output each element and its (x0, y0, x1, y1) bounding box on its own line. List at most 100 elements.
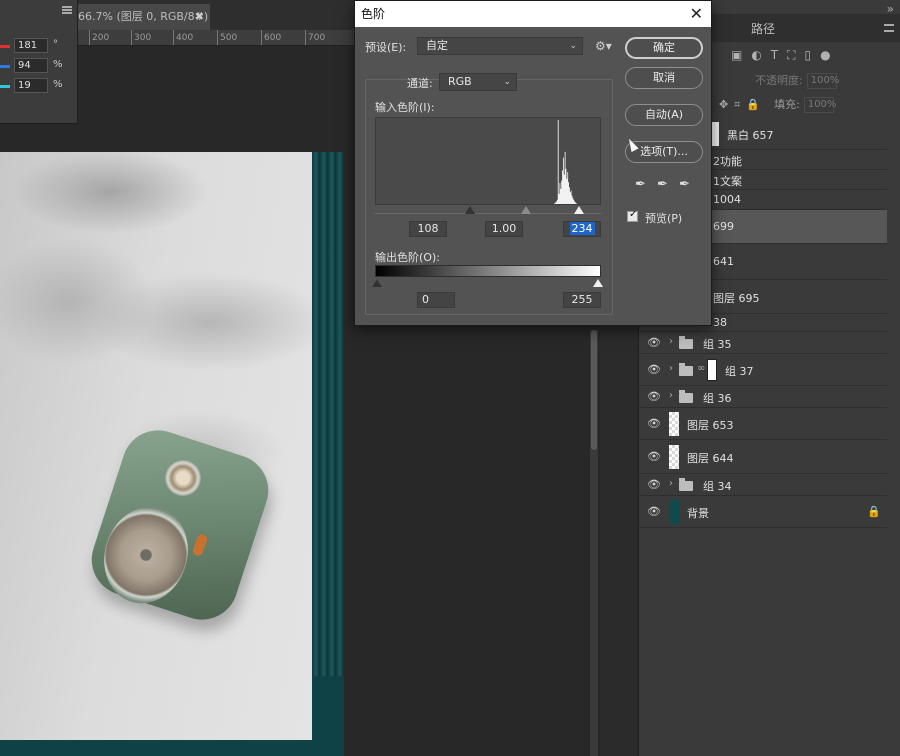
eye-icon[interactable]: 👁 (647, 450, 661, 463)
layer-name: 黑白 657 (727, 129, 774, 142)
eye-icon[interactable]: 👁 (647, 336, 661, 349)
preset-value: 自定 (426, 39, 448, 52)
black-eyedropper-icon[interactable]: ✒ (635, 177, 646, 192)
scrollbar-thumb[interactable] (591, 330, 597, 450)
chevron-right-icon[interactable]: › (669, 336, 673, 347)
layer-name: 1文案 (713, 175, 742, 188)
layer-name: 1004 (713, 193, 741, 206)
input-gamma-slider[interactable] (521, 206, 531, 214)
chevron-down-icon: ⌄ (569, 41, 577, 51)
layer-thumbnail (669, 445, 679, 469)
brightness-input[interactable]: 19 (14, 78, 48, 93)
channel-label: 通道: (407, 77, 433, 90)
close-icon[interactable]: ✖ (195, 4, 204, 30)
layer-row[interactable]: 👁 › 组 34 (639, 474, 887, 496)
dialog-titlebar[interactable]: 色阶 ✕ (355, 1, 711, 27)
layer-name: 组 35 (703, 338, 732, 351)
eye-icon[interactable]: 👁 (647, 478, 661, 491)
layer-row[interactable]: 👁 › 组 36 (639, 386, 887, 408)
output-white-field[interactable]: 255 (563, 292, 601, 308)
close-icon[interactable]: ✕ (690, 1, 703, 27)
input-white-value: 234 (569, 222, 595, 235)
lock-icon: 🔒 (867, 505, 881, 518)
input-gamma-field[interactable]: 1.00 (485, 221, 523, 237)
opacity-label: 不透明度: (755, 74, 803, 87)
unit-label: ° (53, 39, 58, 50)
chevron-down-icon: ⌄ (503, 77, 511, 87)
layer-name: 641 (713, 255, 734, 268)
output-gradient (375, 265, 601, 277)
color-swatch-bar (0, 45, 10, 48)
link-icon[interactable]: ∞ (697, 363, 705, 374)
fill-label: 填充: (774, 98, 800, 111)
auto-button[interactable]: 自动(A) (625, 104, 703, 126)
preset-select[interactable]: 自定 ⌄ (417, 37, 583, 55)
histogram-graph (376, 120, 600, 204)
output-levels-label: 输出色阶(O): (375, 251, 440, 264)
folder-icon (679, 478, 693, 491)
eye-icon[interactable]: 👁 (647, 363, 661, 376)
radio-knob (165, 460, 201, 496)
eye-icon[interactable]: 👁 (647, 505, 661, 518)
layer-filter-icons[interactable]: ▣◐T⛶▯● (731, 48, 840, 63)
chevron-right-icon[interactable]: › (669, 390, 673, 401)
color-swatch-bar (0, 65, 10, 68)
folder-icon (679, 363, 693, 376)
channel-select[interactable]: RGB ⌄ (439, 73, 517, 91)
output-black-field[interactable]: 0 (417, 292, 455, 308)
eye-icon[interactable]: 👁 (647, 390, 661, 403)
hue-input[interactable]: 181 (14, 38, 48, 53)
output-black-slider[interactable] (372, 279, 382, 287)
opacity-input[interactable]: 100% (806, 73, 839, 89)
ruler-tick: 300 (130, 30, 152, 45)
layer-row[interactable]: 👁 图层 644 (639, 440, 887, 474)
eye-icon[interactable]: 👁 (647, 417, 661, 430)
preview-label: 预览(P) (645, 212, 683, 225)
document-tab[interactable]: 66.7% (图层 0, RGB/8#) ✖ (78, 4, 210, 30)
layer-row[interactable]: 👁 › ∞ 组 37 (639, 354, 887, 386)
input-white-field[interactable]: 234 (563, 221, 601, 237)
layer-name: 699 (713, 220, 734, 233)
color-swatch-bar (0, 85, 10, 88)
layer-row[interactable]: 👁 › 组 35 (639, 332, 887, 354)
layer-name: 组 36 (703, 392, 732, 405)
dialog-title: 色阶 (361, 7, 386, 21)
input-levels-label: 输入色阶(I): (375, 101, 435, 114)
layer-name: 组 37 (725, 365, 754, 378)
panel-menu-icon[interactable] (884, 24, 894, 32)
unit-label: % (53, 59, 63, 70)
lock-icons[interactable]: ✥⌗🔒 (719, 98, 766, 111)
input-white-slider[interactable] (574, 206, 584, 214)
output-black-value: 0 (422, 293, 429, 306)
ruler-tick: 500 (216, 30, 238, 45)
layer-mask-thumbnail[interactable] (707, 359, 717, 381)
panel-menu-icon[interactable] (62, 6, 72, 14)
canvas-curtain (312, 152, 344, 756)
ruler-tick: 700 (304, 30, 326, 45)
layer-name: 组 34 (703, 480, 732, 493)
input-black-field[interactable]: 108 (409, 221, 447, 237)
preview-checkbox[interactable] (627, 209, 638, 222)
color-row-saturation: 94 % (0, 58, 78, 74)
layer-name: 38 (713, 316, 727, 329)
ruler-tick: 200 (88, 30, 110, 45)
histogram (375, 117, 601, 205)
saturation-input[interactable]: 94 (14, 58, 48, 73)
histogram-shape (376, 120, 600, 204)
gray-eyedropper-icon[interactable]: ✒ (657, 177, 668, 192)
layer-row[interactable]: 👁 图层 653 (639, 408, 887, 440)
tab-paths[interactable]: 路径 (751, 20, 775, 37)
gear-icon[interactable]: ⚙▾ (595, 39, 612, 53)
preset-label: 预设(E): (365, 41, 407, 54)
layer-row[interactable]: 👁 背景 🔒 (639, 496, 887, 528)
cancel-button[interactable]: 取消 (625, 67, 703, 89)
fill-control[interactable]: ✥⌗🔒 填充: 100% (719, 96, 836, 113)
fill-input[interactable]: 100% (803, 97, 836, 113)
input-black-slider[interactable] (465, 206, 475, 214)
opacity-control[interactable]: 不透明度: 100% (719, 72, 839, 89)
ok-button[interactable]: 确定 (625, 37, 703, 59)
output-white-slider[interactable] (593, 279, 603, 287)
chevron-right-icon[interactable]: › (669, 363, 673, 374)
white-eyedropper-icon[interactable]: ✒ (679, 177, 690, 192)
chevron-right-icon[interactable]: › (669, 478, 673, 489)
